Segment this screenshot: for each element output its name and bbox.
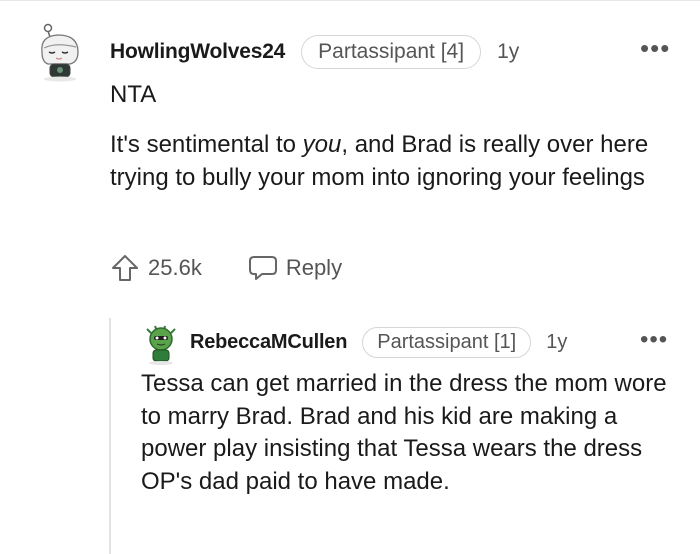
comment-age: 1y — [497, 40, 520, 63]
comment-actions: 25.6k Reply — [110, 250, 342, 286]
reply-age: 1y — [546, 330, 568, 353]
reply-label: Reply — [285, 255, 343, 280]
comment-header: HowlingWolves24 Partassipant [4] 1y — [110, 34, 519, 70]
upvote-arrow-icon — [112, 255, 138, 281]
reply-username[interactable]: RebeccaMCullen — [190, 331, 347, 354]
upvote-count: 25.6k — [148, 255, 202, 280]
avatar-illustration — [41, 23, 79, 82]
reply-header: RebeccaMCullen Partassipant [1] 1y — [190, 324, 567, 360]
thread-line[interactable] — [109, 318, 111, 554]
comment-text-emphasis: you — [302, 131, 342, 158]
more-options-button[interactable]: ••• — [640, 35, 670, 61]
upvote-button[interactable]: 25.6k — [110, 253, 202, 283]
comment-username[interactable]: HowlingWolves24 — [110, 40, 285, 64]
comment-text-part: It's sentimental to — [110, 131, 303, 158]
reply-user-avatar[interactable] — [143, 323, 179, 365]
comment-text-line: NTA — [110, 81, 157, 108]
reply-more-options-button[interactable]: ••• — [640, 328, 668, 352]
reply-text: Tessa can get married in the dress the m… — [141, 370, 667, 495]
avatar-illustration — [146, 325, 176, 365]
user-avatar[interactable] — [34, 22, 86, 82]
comment-text-paragraph: It's sentimental to you, and Brad is rea… — [110, 128, 680, 194]
reply-flair-badge: Partassipant [1] — [362, 326, 532, 358]
speech-bubble-icon — [248, 256, 277, 280]
reply-button[interactable]: Reply — [248, 254, 342, 282]
user-flair-badge: Partassipant [4] — [301, 35, 482, 69]
top-divider — [0, 0, 700, 1]
